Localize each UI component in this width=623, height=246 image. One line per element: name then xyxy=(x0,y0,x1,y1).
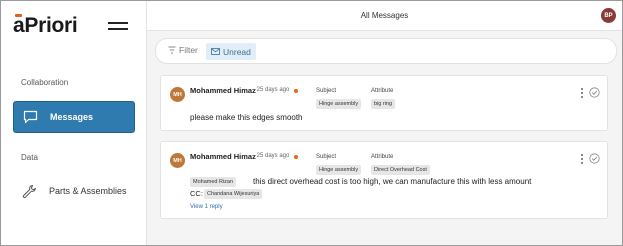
resolve-check-icon[interactable] xyxy=(589,87,600,98)
more-options-icon[interactable] xyxy=(580,154,583,164)
message-card[interactable]: MH Mohammed Himaz - 25 days ago Subject … xyxy=(160,141,608,219)
attribute-header: Attribute xyxy=(371,154,394,160)
subject-header: Subject xyxy=(316,88,337,94)
unread-dot xyxy=(294,155,298,159)
view-reply-link[interactable]: View 1 reply xyxy=(190,204,223,210)
attribute-chip[interactable]: Direct Overhead Cost xyxy=(371,165,430,175)
logo-prefix: a xyxy=(13,14,25,37)
logo-text: Priori xyxy=(24,14,78,37)
more-options-icon[interactable] xyxy=(580,88,583,98)
sidebar-item-label: Messages xyxy=(50,112,94,122)
section-label-data: Data xyxy=(21,153,38,162)
cc-label: CC: xyxy=(190,189,203,198)
subject-header: Subject xyxy=(316,154,337,160)
unread-label: Unread xyxy=(223,46,251,57)
filter-label: Filter xyxy=(179,45,198,55)
message-card[interactable]: MH Mohammed Himaz - 25 days ago Subject … xyxy=(160,75,608,131)
app-logo[interactable]: aPriori xyxy=(13,14,78,38)
hamburger-menu-icon[interactable] xyxy=(108,20,128,32)
subject-chip[interactable]: Hinge assembly xyxy=(316,99,362,109)
resolve-check-icon[interactable] xyxy=(589,153,600,164)
mention-chip[interactable]: Mohamed Rizan xyxy=(190,177,237,187)
filter-bar: Filter Unread xyxy=(155,38,617,64)
sidebar-item-messages[interactable]: Messages xyxy=(13,101,135,133)
attribute-chip[interactable]: big ring xyxy=(371,99,396,109)
wrench-icon xyxy=(21,183,37,199)
filter-icon xyxy=(168,46,176,54)
sidebar-item-label: Parts & Assemblies xyxy=(49,186,127,196)
message-text: please make this edges smooth xyxy=(190,113,303,122)
message-time: - 25 days ago xyxy=(253,87,290,93)
message-text: this direct overhead cost is too high, w… xyxy=(253,177,532,186)
section-label-collaboration: Collaboration xyxy=(21,78,69,87)
message-icon xyxy=(22,109,38,125)
page-title: All Messages xyxy=(360,11,409,20)
user-avatar[interactable]: BP xyxy=(601,8,616,23)
envelope-icon xyxy=(211,48,220,55)
author-name: Mohammed Himaz xyxy=(190,152,256,161)
unread-toggle[interactable]: Unread xyxy=(206,43,256,60)
attribute-header: Attribute xyxy=(371,88,394,94)
main-content: All Messages BP Filter Unread MH Mohamme… xyxy=(147,1,622,245)
unread-dot xyxy=(294,89,298,93)
top-bar: All Messages BP xyxy=(147,1,622,31)
message-time: - 25 days ago xyxy=(253,153,290,159)
author-name: Mohammed Himaz xyxy=(190,86,256,95)
author-avatar: MH xyxy=(170,87,185,102)
author-avatar: MH xyxy=(170,153,185,168)
cc-chip[interactable]: Chandana Wijesuriya xyxy=(204,189,263,199)
filter-button[interactable]: Filter xyxy=(168,45,198,55)
subject-chip[interactable]: Hinge assembly xyxy=(316,165,362,175)
sidebar-item-parts-assemblies[interactable]: Parts & Assemblies xyxy=(13,175,135,207)
sidebar: aPriori Collaboration Messages Data Part… xyxy=(1,1,147,245)
